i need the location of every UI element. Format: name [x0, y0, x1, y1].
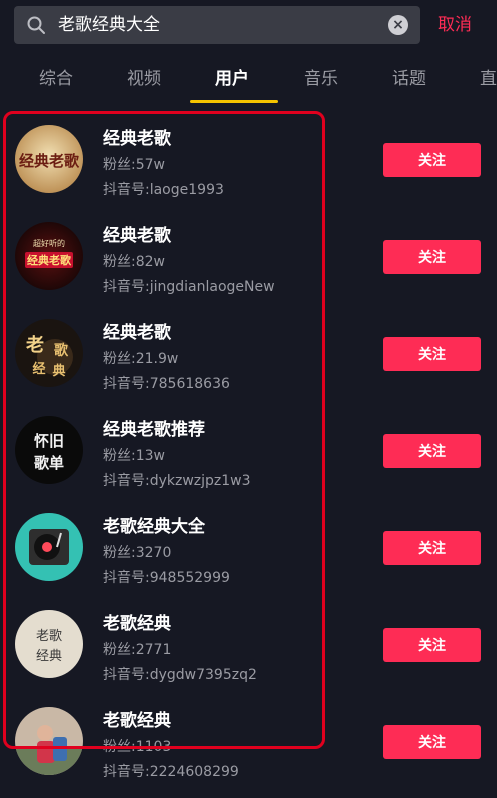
avatar-text: 经典	[36, 649, 62, 664]
user-id: 抖音号:laoge1993	[103, 182, 224, 198]
cancel-button[interactable]: 取消	[438, 6, 472, 44]
user-name: 经典老歌	[103, 323, 171, 343]
user-id: 抖音号:dykzwzjpz1w3	[103, 473, 251, 489]
user-id: 抖音号:785618636	[103, 376, 230, 392]
list-item[interactable]: 经典老歌 经典老歌 粉丝:57w 抖音号:laoge1993 关注	[0, 112, 497, 209]
tab-users[interactable]: 用户	[215, 64, 249, 89]
avatar[interactable]: 超好听的 经典老歌	[15, 222, 83, 290]
avatar-text: 经典老歌	[27, 253, 72, 267]
avatar[interactable]: 老歌 经典	[15, 610, 83, 678]
user-id: 抖音号:948552999	[103, 570, 230, 586]
avatar[interactable]	[15, 513, 83, 581]
follow-button[interactable]: 关注	[383, 725, 481, 759]
tab-live[interactable]: 直	[480, 64, 497, 89]
record-player-icon	[15, 513, 83, 581]
avatar-text: 怀旧	[34, 432, 64, 450]
user-id: 抖音号:dygdw7395zq2	[103, 667, 257, 683]
list-item[interactable]: 怀旧 歌单 经典老歌推荐 粉丝:13w 抖音号:dykzwzjpz1w3 关注	[0, 403, 497, 500]
tab-bar: 综合 视频 用户 音乐 话题 直	[0, 58, 497, 104]
follow-button[interactable]: 关注	[383, 531, 481, 565]
avatar-text: 老歌	[36, 629, 62, 644]
user-name: 老歌经典大全	[103, 517, 205, 537]
avatar[interactable]: 经典老歌	[15, 125, 83, 193]
tab-music[interactable]: 音乐	[304, 64, 338, 89]
avatar-text: 歌单	[34, 454, 64, 472]
avatar-text: 经典老歌	[19, 152, 80, 170]
search-icon	[27, 16, 45, 34]
follow-button[interactable]: 关注	[383, 240, 481, 274]
follow-button[interactable]: 关注	[383, 337, 481, 371]
tab-topics[interactable]: 话题	[392, 64, 426, 89]
follower-count: 粉丝:57w	[103, 157, 165, 173]
user-name: 老歌经典	[103, 711, 171, 731]
follow-button[interactable]: 关注	[383, 143, 481, 177]
avatar-text: 歌	[54, 342, 69, 359]
user-name: 经典老歌	[103, 226, 171, 246]
tab-general[interactable]: 综合	[39, 64, 73, 89]
list-item[interactable]: 老歌经典 粉丝:1103 抖音号:2224608299 关注	[0, 694, 497, 791]
avatar[interactable]: 怀旧 歌单	[15, 416, 83, 484]
user-name: 经典老歌	[103, 129, 171, 149]
follower-count: 粉丝:1103	[103, 739, 172, 755]
avatar-text: 超好听的	[33, 238, 65, 248]
follower-count: 粉丝:82w	[103, 254, 165, 270]
follower-count: 粉丝:3270	[103, 545, 172, 561]
follow-button[interactable]: 关注	[383, 628, 481, 662]
avatar-text: 老	[26, 334, 44, 356]
follow-button[interactable]: 关注	[383, 434, 481, 468]
user-name: 老歌经典	[103, 614, 171, 634]
clear-icon[interactable]: ×	[388, 15, 408, 35]
list-item[interactable]: 老歌经典大全 粉丝:3270 抖音号:948552999 关注	[0, 500, 497, 597]
search-query[interactable]: 老歌经典大全	[58, 6, 160, 44]
avatar[interactable]: 老 歌 经 典	[15, 319, 83, 387]
list-item[interactable]: 超好听的 经典老歌 经典老歌 粉丝:82w 抖音号:jingdianlaogeN…	[0, 209, 497, 306]
follower-count: 粉丝:21.9w	[103, 351, 179, 367]
avatar-text: 经	[32, 361, 45, 377]
avatar[interactable]	[15, 707, 83, 775]
list-item[interactable]: 老 歌 经 典 经典老歌 粉丝:21.9w 抖音号:785618636 关注	[0, 306, 497, 403]
user-name: 经典老歌推荐	[103, 420, 205, 440]
search-input[interactable]: 老歌经典大全 ×	[14, 6, 420, 44]
user-id: 抖音号:jingdianlaogeNew	[103, 279, 275, 295]
list-item[interactable]: 老歌 经典 老歌经典 粉丝:2771 抖音号:dygdw7395zq2 关注	[0, 597, 497, 694]
follower-count: 粉丝:2771	[103, 642, 172, 658]
avatar-text: 典	[52, 363, 65, 379]
tab-videos[interactable]: 视频	[127, 64, 161, 89]
user-id: 抖音号:2224608299	[103, 764, 239, 780]
active-tab-indicator	[190, 100, 278, 103]
follower-count: 粉丝:13w	[103, 448, 165, 464]
